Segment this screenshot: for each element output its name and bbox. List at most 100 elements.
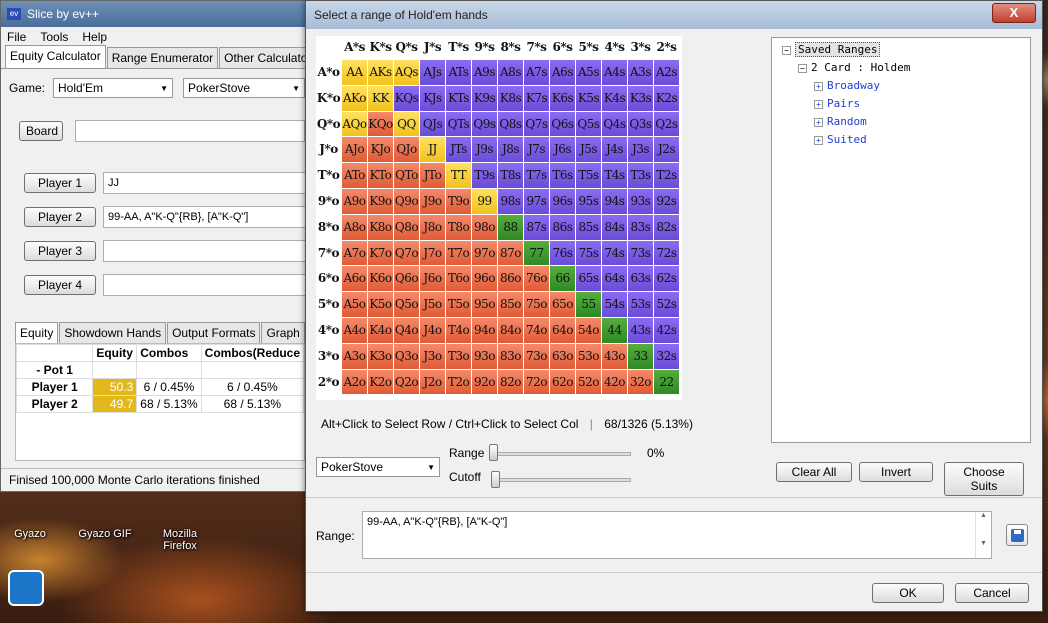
hand-cell[interactable]: K8o [368, 214, 393, 240]
hand-cell[interactable]: 97s [524, 189, 549, 214]
player-2-button[interactable]: Player 2 [24, 207, 96, 227]
close-icon[interactable]: X [992, 3, 1036, 23]
expand-icon[interactable]: + [814, 135, 823, 145]
hand-cell[interactable]: 73o [524, 343, 549, 369]
hand-cell[interactable]: 32o [628, 369, 653, 395]
hand-cell[interactable]: K5o [368, 292, 393, 317]
hand-cell[interactable]: K9s [472, 85, 497, 111]
grid-row-header[interactable]: 6*o [316, 266, 341, 292]
hand-cell[interactable]: AQs [394, 60, 419, 85]
hand-cell[interactable]: 62o [550, 369, 575, 395]
hand-cell[interactable]: 98o [472, 214, 497, 240]
grid-col-header[interactable]: 6*s [550, 36, 575, 59]
hand-cell[interactable]: A4s [602, 60, 627, 85]
hand-cell[interactable]: KJs [420, 85, 445, 111]
hand-cell[interactable]: T8o [446, 214, 471, 240]
range-textarea[interactable]: 99-AA, A"K-Q"{RB}, [A"K-Q"] ▲ ▼ [362, 511, 992, 559]
hand-cell[interactable]: 77 [524, 240, 549, 266]
grid-row-header[interactable]: K*o [316, 85, 341, 111]
hand-cell[interactable]: KK [368, 85, 393, 111]
hand-cell[interactable]: 74s [602, 240, 627, 266]
hand-cell[interactable]: AJs [420, 60, 445, 85]
hand-cell[interactable]: 76o [524, 266, 549, 292]
hand-cell[interactable]: JTo [420, 163, 445, 188]
hand-cell[interactable]: K7s [524, 85, 549, 111]
grid-row-header[interactable]: 5*o [316, 292, 341, 317]
hand-cell[interactable]: 64s [602, 266, 627, 292]
hand-cell[interactable]: 99 [472, 189, 497, 214]
hand-cell[interactable]: T9o [446, 189, 471, 214]
hand-cell[interactable]: T3s [628, 163, 653, 188]
hand-cell[interactable]: 93s [628, 189, 653, 214]
hand-cell[interactable]: A3o [342, 343, 367, 369]
hand-cell[interactable]: Q6o [394, 266, 419, 292]
player-1-button[interactable]: Player 1 [24, 173, 96, 193]
cancel-button[interactable]: Cancel [955, 583, 1029, 603]
tab-output-formats[interactable]: Output Formats [167, 322, 261, 345]
desktop-icon-gyazo-gif[interactable]: Gyazo GIF [70, 496, 140, 540]
hand-cell[interactable]: Q4o [394, 318, 419, 343]
hand-cell[interactable]: 63s [628, 266, 653, 292]
grid-col-header[interactable]: 7*s [524, 36, 549, 59]
desktop-icon-firefox[interactable]: Mozilla Firefox [145, 496, 215, 552]
hand-cell[interactable]: T9s [472, 163, 497, 188]
hand-cell[interactable]: K4o [368, 318, 393, 343]
hand-cell[interactable]: 84s [602, 214, 627, 240]
hand-cell[interactable]: 94o [472, 318, 497, 343]
hand-cell[interactable]: KJo [368, 137, 393, 163]
hand-cell[interactable]: Q8o [394, 214, 419, 240]
hand-cell[interactable]: 96o [472, 266, 497, 292]
range-slider-thumb[interactable] [489, 444, 498, 461]
hand-cell[interactable]: 53s [628, 292, 653, 317]
player-4-range-input[interactable] [103, 274, 308, 296]
hand-cell[interactable]: 88 [498, 214, 523, 240]
hand-cell[interactable]: 73s [628, 240, 653, 266]
hand-cell[interactable]: J2o [420, 369, 445, 395]
hand-cell[interactable]: 52s [654, 292, 679, 317]
hand-cell[interactable]: A9o [342, 189, 367, 214]
slice-titlebar[interactable]: ev Slice by ev++ [1, 1, 305, 27]
tab-range-enumerator[interactable]: Range Enumerator [106, 47, 219, 68]
grid-row-header[interactable]: A*o [316, 60, 341, 85]
hand-cell[interactable]: J7o [420, 240, 445, 266]
hand-cell[interactable]: AKo [342, 85, 367, 111]
grid-col-header[interactable]: 8*s [498, 36, 523, 59]
hand-cell[interactable]: ATs [446, 60, 471, 85]
player-4-button[interactable]: Player 4 [24, 275, 96, 295]
hand-cell[interactable]: J7s [524, 137, 549, 163]
grid-row-header[interactable]: Q*o [316, 111, 341, 137]
hand-cell[interactable]: 72o [524, 369, 549, 395]
hand-cell[interactable]: 94s [602, 189, 627, 214]
hand-cell[interactable]: J3s [628, 137, 653, 163]
hand-cell[interactable]: 92s [654, 189, 679, 214]
hand-cell[interactable]: A9s [472, 60, 497, 85]
hand-cell[interactable]: 52o [576, 369, 601, 395]
hand-cell[interactable]: A3s [628, 60, 653, 85]
hand-cell[interactable]: 93o [472, 343, 497, 369]
hand-cell[interactable]: 86s [550, 214, 575, 240]
hand-cell[interactable]: 44 [602, 318, 627, 343]
grid-col-header[interactable]: 9*s [472, 36, 497, 59]
hand-cell[interactable]: J4s [602, 137, 627, 163]
hand-cell[interactable]: Q5o [394, 292, 419, 317]
hand-cell[interactable]: KTo [368, 163, 393, 188]
hand-cell[interactable]: 84o [498, 318, 523, 343]
hand-cell[interactable]: K6o [368, 266, 393, 292]
teamviewer-icon[interactable] [8, 570, 44, 606]
player-2-range-input[interactable]: 99-AA, A"K-Q"{RB}, [A"K-Q"] [103, 206, 308, 228]
expand-icon[interactable]: + [814, 81, 823, 91]
hand-cell[interactable]: 72s [654, 240, 679, 266]
dialog-engine-select[interactable]: PokerStove ▼ [316, 457, 440, 477]
grid-row-header[interactable]: T*o [316, 163, 341, 188]
hand-cell[interactable]: 75s [576, 240, 601, 266]
hand-cell[interactable]: Q7o [394, 240, 419, 266]
player-3-range-input[interactable] [103, 240, 308, 262]
grid-row-header[interactable]: 7*o [316, 240, 341, 266]
hand-cell[interactable]: Q5s [576, 111, 601, 137]
grid-row-header[interactable]: 9*o [316, 189, 341, 214]
hand-cell[interactable]: A5s [576, 60, 601, 85]
hand-cell[interactable]: T7s [524, 163, 549, 188]
hand-cell[interactable]: KTs [446, 85, 471, 111]
hand-cell[interactable]: 54s [602, 292, 627, 317]
hand-cell[interactable]: 65o [550, 292, 575, 317]
